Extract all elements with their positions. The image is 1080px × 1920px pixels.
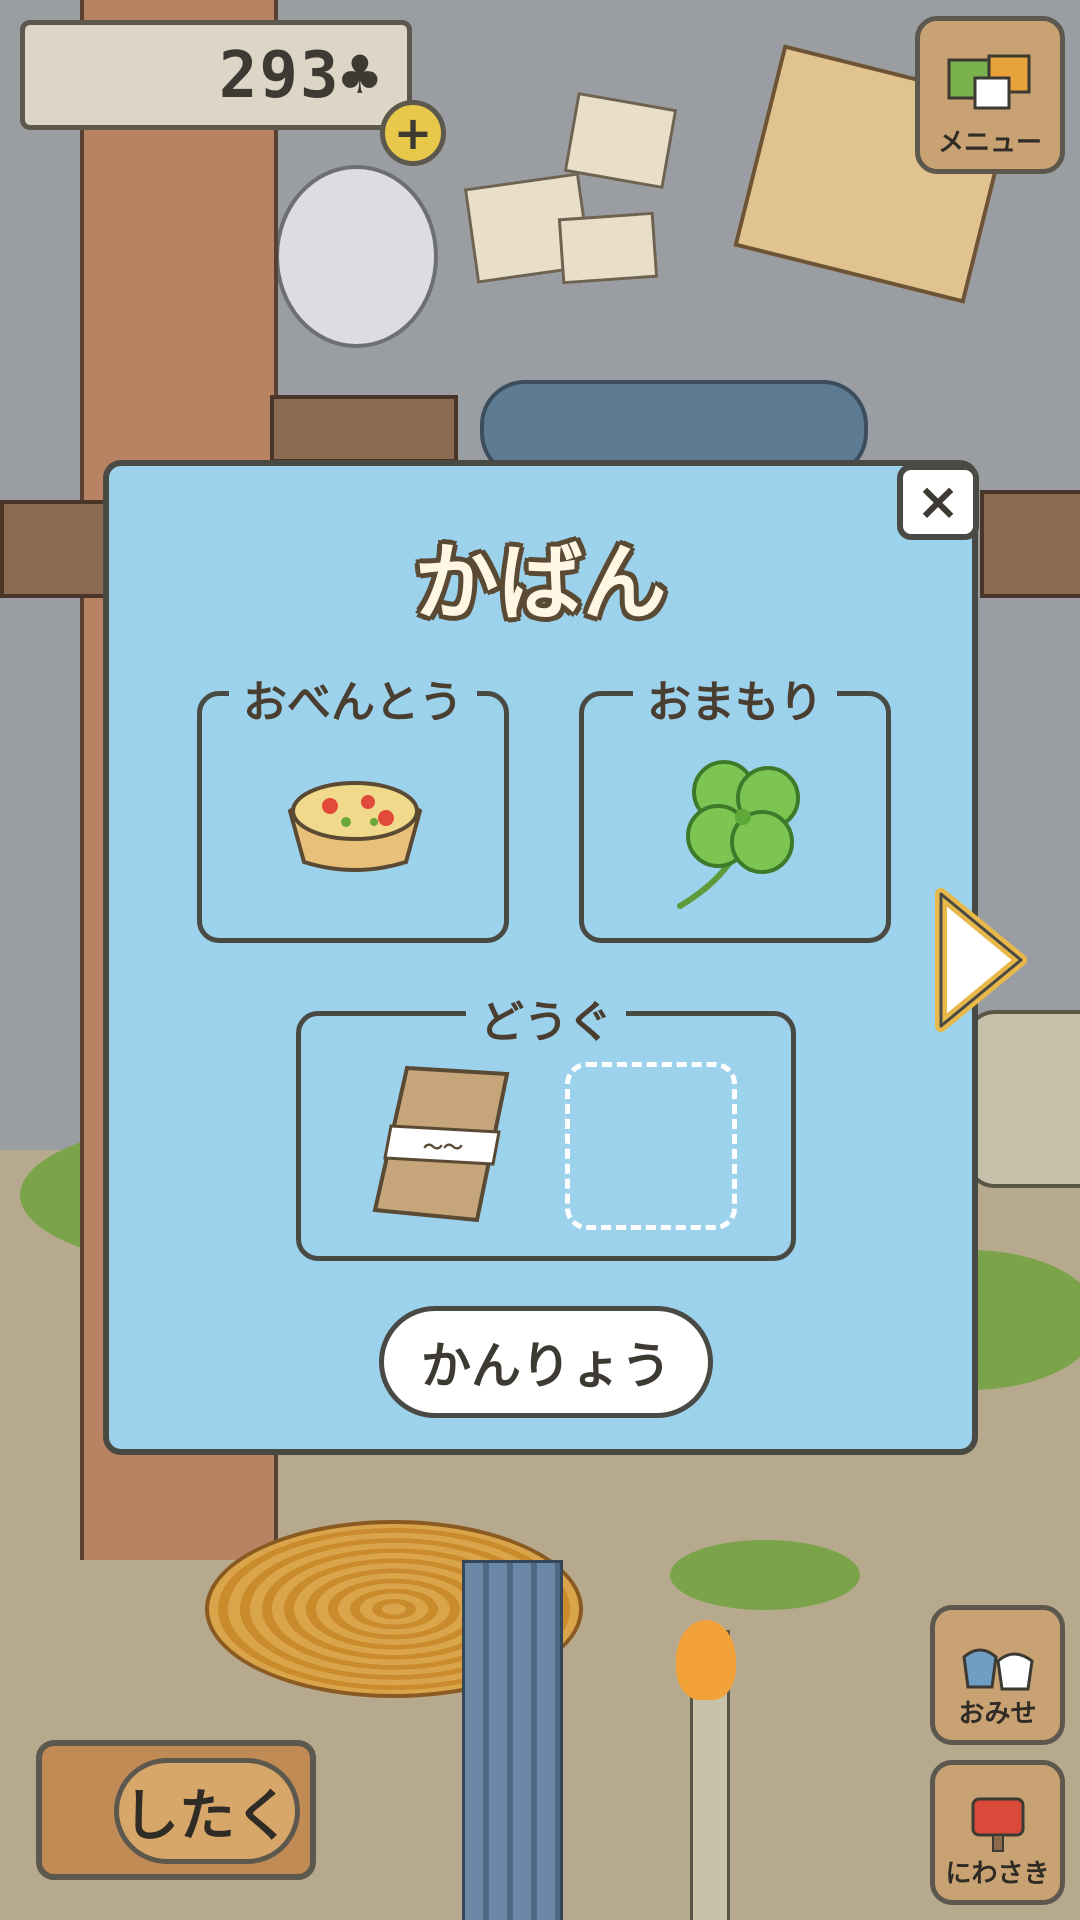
- svg-text:〜〜: 〜〜: [423, 1135, 463, 1159]
- empty-tool-slot[interactable]: [565, 1062, 737, 1230]
- tenugui-cloth-icon[interactable]: 〜〜: [367, 1060, 517, 1230]
- menu-cards-icon: [947, 54, 1031, 110]
- garden-label: にわさき: [945, 1859, 1050, 1889]
- close-button[interactable]: ×: [897, 464, 979, 540]
- shop-label: おみせ: [958, 1699, 1037, 1729]
- preparation-button[interactable]: したく: [36, 1740, 316, 1880]
- stone-oven: [965, 1010, 1080, 1188]
- desk: [270, 395, 458, 463]
- grass-patch: [670, 1540, 860, 1610]
- preparation-label: したく: [114, 1758, 300, 1864]
- blue-curtain: [462, 1560, 563, 1920]
- clover-icon: ♣: [340, 39, 381, 113]
- clover-counter: 293♣: [20, 20, 412, 130]
- barred-window: [275, 165, 438, 348]
- next-arrow-icon[interactable]: [935, 888, 1027, 1032]
- pinned-note: [557, 211, 659, 285]
- dialog-title: かばん: [414, 534, 667, 632]
- plus-icon: +: [393, 106, 433, 160]
- clover-count: 293♣: [218, 39, 381, 113]
- shop-bags-icon: [961, 1648, 1034, 1691]
- garden-button[interactable]: にわさき: [930, 1760, 1065, 1905]
- menu-label: メニュー: [937, 128, 1042, 158]
- bag-dialog: かばん おべんとう おまもり どうぐ 〜〜 かんりょう: [103, 460, 978, 1455]
- wooden-shelf: [0, 500, 118, 598]
- lunch-slot-label: おべんとう: [229, 666, 477, 730]
- tools-slot: どうぐ 〜〜: [296, 986, 796, 1261]
- lunch-slot[interactable]: おべんとう: [197, 666, 509, 943]
- done-button[interactable]: かんりょう: [379, 1306, 713, 1418]
- four-leaf-clover-icon: [677, 760, 800, 909]
- add-clover-button[interactable]: +: [380, 100, 446, 166]
- shop-button[interactable]: おみせ: [930, 1605, 1065, 1745]
- quiche-icon: [287, 781, 423, 872]
- menu-button[interactable]: メニュー: [915, 16, 1065, 174]
- wooden-shelf: [980, 490, 1080, 598]
- charm-slot[interactable]: おまもり: [579, 666, 891, 943]
- candle-flame: [676, 1620, 736, 1700]
- mailbox-icon: [971, 1797, 1024, 1852]
- close-icon: ×: [916, 472, 960, 532]
- charm-slot-label: おまもり: [633, 666, 837, 730]
- pinned-note: [563, 91, 678, 190]
- tools-slot-label: どうぐ: [466, 986, 626, 1050]
